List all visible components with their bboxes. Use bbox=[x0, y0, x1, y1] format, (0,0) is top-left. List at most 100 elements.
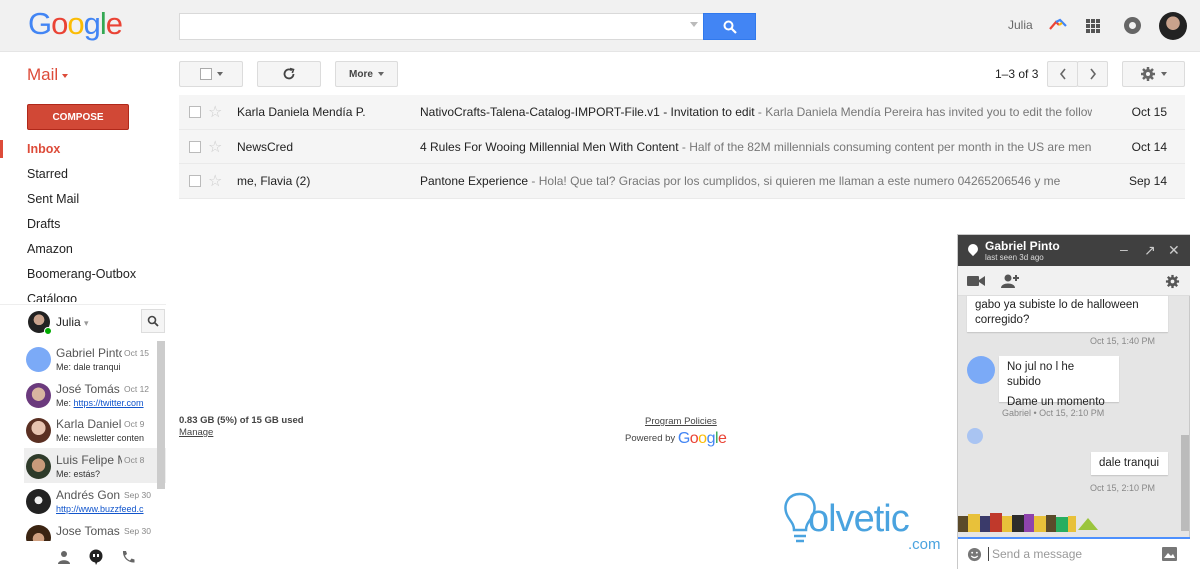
read-receipt-avatar bbox=[967, 428, 983, 444]
hangouts-user-name[interactable]: Julia ▾ bbox=[56, 315, 89, 329]
solvetic-watermark: olvetic .com bbox=[780, 490, 950, 560]
search-icon bbox=[147, 315, 159, 327]
mail-switcher[interactable]: Mail bbox=[27, 65, 69, 85]
message-list: ☆ Karla Daniela Mendía P. NativoCrafts-T… bbox=[179, 95, 1185, 199]
folder-boomerang-outbox[interactable]: Boomerang-Outbox bbox=[0, 263, 165, 288]
search-options-caret-icon[interactable] bbox=[690, 22, 698, 27]
emoji-icon[interactable] bbox=[967, 547, 982, 562]
program-policies-link[interactable]: Program Policies bbox=[645, 416, 717, 427]
contact-date: Oct 9 bbox=[124, 419, 145, 429]
row-checkbox[interactable] bbox=[189, 106, 201, 118]
search-input[interactable] bbox=[179, 13, 704, 40]
contact-andres-gon[interactable]: Andrés Gon Sep 30 http://www.buzzfeed.c bbox=[24, 483, 166, 519]
message-sender: Karla Daniela Mendía P. bbox=[237, 105, 366, 119]
snippet-link[interactable]: http://www.buzzfeed.c bbox=[56, 504, 152, 514]
user-name[interactable]: Julia bbox=[1008, 18, 1033, 32]
message-timestamp: Oct 15, 2:10 PM bbox=[1090, 483, 1156, 493]
snippet-link[interactable]: https://twitter.com bbox=[74, 398, 144, 408]
chat-scrollbar[interactable] bbox=[1181, 435, 1189, 531]
message-sender: me, Flavia (2) bbox=[237, 174, 311, 188]
contact-date: Sep 30 bbox=[124, 525, 151, 536]
folder-list: Inbox Starred Sent Mail Drafts Amazon Bo… bbox=[0, 138, 165, 302]
message-row[interactable]: ☆ me, Flavia (2) Pantone Experience - Ho… bbox=[179, 164, 1185, 199]
chat-toolbar bbox=[958, 266, 1190, 296]
contact-snippet: Me: dale tranqui bbox=[56, 362, 121, 372]
folder-sent-mail[interactable]: Sent Mail bbox=[0, 188, 165, 213]
google-logo[interactable]: Google bbox=[28, 6, 123, 42]
chat-message-out: dale tranqui bbox=[1091, 452, 1168, 475]
close-icon[interactable]: ✕ bbox=[1168, 242, 1180, 259]
manage-storage-link[interactable]: Manage bbox=[179, 427, 213, 438]
video-call-icon[interactable] bbox=[967, 275, 985, 287]
refresh-button[interactable] bbox=[257, 61, 321, 87]
chat-input-placeholder[interactable]: Send a message bbox=[988, 547, 1082, 561]
status-pin-icon bbox=[965, 241, 981, 257]
row-checkbox[interactable] bbox=[189, 175, 201, 187]
chat-contact-name: Gabriel Pinto bbox=[985, 239, 1060, 253]
contact-karla-daniela[interactable]: Karla Daniela Oct 9 Me: newsletter conte… bbox=[24, 412, 166, 448]
message-line: No jul no l he subido bbox=[1007, 361, 1075, 388]
star-icon[interactable]: ☆ bbox=[208, 171, 222, 191]
folder-starred[interactable]: Starred bbox=[0, 163, 165, 188]
avatar bbox=[26, 524, 51, 541]
older-button[interactable] bbox=[1077, 61, 1108, 87]
star-icon[interactable]: ☆ bbox=[208, 137, 222, 157]
contact-snippet: Me: newsletter conten bbox=[56, 433, 145, 443]
person-icon[interactable] bbox=[56, 549, 72, 565]
newer-button[interactable] bbox=[1047, 61, 1078, 87]
phone-icon[interactable] bbox=[120, 549, 136, 565]
hangouts-footer bbox=[40, 545, 160, 569]
row-checkbox[interactable] bbox=[189, 140, 201, 153]
avatar bbox=[26, 347, 51, 372]
chat-message-input[interactable]: Send a message bbox=[958, 537, 1190, 569]
contact-snippet: Me: https://twitter.com bbox=[56, 397, 144, 408]
image-icon[interactable] bbox=[1162, 547, 1177, 561]
avatar bbox=[26, 382, 51, 408]
apps-grid-icon[interactable] bbox=[1086, 19, 1100, 33]
folder-amazon[interactable]: Amazon bbox=[0, 238, 165, 263]
minimize-icon[interactable]: – bbox=[1120, 241, 1128, 257]
message-date: Oct 14 bbox=[1131, 139, 1167, 154]
search-button[interactable] bbox=[703, 13, 756, 40]
chat-message-out: gabo ya subiste lo de halloween corregid… bbox=[967, 296, 1168, 332]
pop-out-icon[interactable]: ↗ bbox=[1144, 242, 1156, 259]
apps-logo-icon[interactable] bbox=[1048, 17, 1068, 33]
account-avatar[interactable] bbox=[1159, 12, 1187, 40]
contact-list-scrollbar[interactable] bbox=[157, 341, 165, 489]
contact-gabriel-pinto[interactable]: Gabriel Pinto Oct 15 Me: dale tranqui bbox=[24, 341, 166, 377]
select-checkbox-button[interactable] bbox=[179, 61, 243, 87]
hangouts-icon[interactable] bbox=[88, 549, 104, 565]
message-subject: 4 Rules For Wooing Millennial Men With C… bbox=[420, 139, 1092, 154]
contact-name: Karla Daniela bbox=[56, 417, 122, 431]
folder-inbox[interactable]: Inbox bbox=[0, 138, 165, 163]
gear-icon[interactable] bbox=[1165, 274, 1180, 289]
message-row[interactable]: ☆ NewsCred 4 Rules For Wooing Millennial… bbox=[179, 129, 1185, 164]
hangouts-search-button[interactable] bbox=[141, 309, 165, 333]
message-row[interactable]: ☆ Karla Daniela Mendía P. NativoCrafts-T… bbox=[179, 95, 1185, 130]
star-icon[interactable]: ☆ bbox=[208, 102, 222, 122]
folder-catalogo[interactable]: Catálogo bbox=[0, 288, 165, 302]
chevron-down-icon bbox=[1161, 72, 1167, 76]
compose-button[interactable]: COMPOSE bbox=[27, 104, 129, 130]
message-timestamp: Oct 15, 1:40 PM bbox=[1090, 336, 1156, 346]
contact-luis-felipe[interactable]: Luis Felipe M Oct 8 Me: estás? bbox=[24, 447, 166, 483]
chat-header[interactable]: Gabriel Pinto last seen 3d ago – ↗ ✕ bbox=[958, 235, 1190, 266]
top-header: Google Julia bbox=[0, 0, 1200, 52]
add-person-icon[interactable] bbox=[1001, 273, 1019, 289]
chevron-down-icon bbox=[216, 72, 223, 76]
chevron-down-icon bbox=[62, 73, 69, 78]
settings-button[interactable] bbox=[1122, 61, 1185, 87]
contact-jose-tomas[interactable]: José Tomás Oct 12 Me: https://twitter.co… bbox=[24, 377, 166, 413]
message-subject: NativoCrafts-Talena-Catalog-IMPORT-File.… bbox=[420, 105, 1092, 119]
contact-jose-tomas-2[interactable]: Jose Tomas Sep 30 bbox=[24, 519, 166, 541]
powered-by-google: Powered by Google bbox=[625, 430, 727, 447]
more-button[interactable]: More bbox=[335, 61, 398, 87]
notifications-icon[interactable] bbox=[1124, 17, 1141, 34]
folder-drafts[interactable]: Drafts bbox=[0, 213, 165, 238]
watermark-suffix: .com bbox=[908, 536, 941, 553]
contact-name: José Tomás bbox=[56, 381, 120, 396]
pagination-count: 1–3 of 3 bbox=[995, 67, 1039, 81]
google-logo-small: Google bbox=[677, 430, 727, 447]
refresh-icon bbox=[283, 67, 295, 80]
hangouts-header: Julia ▾ bbox=[0, 304, 166, 338]
